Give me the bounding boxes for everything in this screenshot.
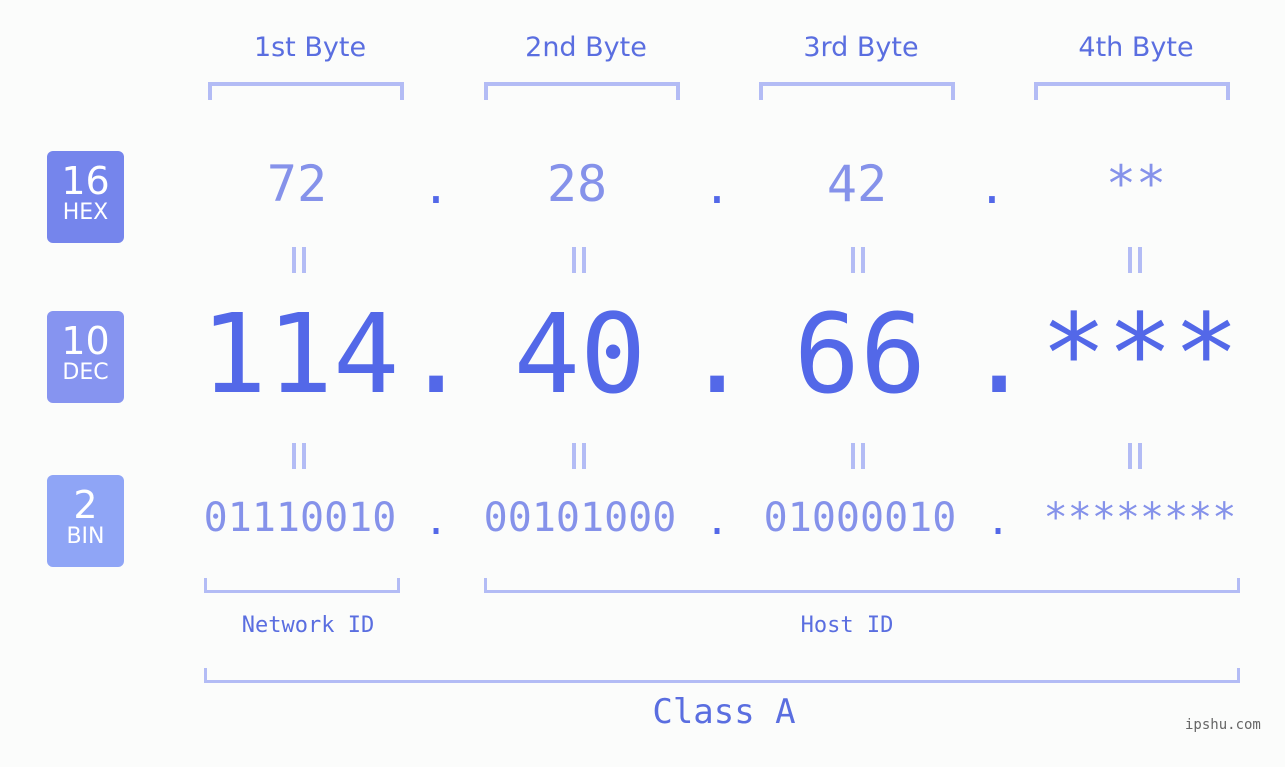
bin-separator-2: . — [704, 498, 730, 544]
bin-separator-3: . — [985, 498, 1011, 544]
bin-badge-label: BIN — [66, 524, 105, 549]
class-label: Class A — [652, 692, 796, 732]
equals-icon — [292, 247, 308, 273]
dec-badge: 10 DEC — [47, 311, 124, 403]
hex-separator-3: . — [978, 160, 1006, 214]
equals-icon — [572, 247, 588, 273]
hex-separator-1: . — [422, 160, 450, 214]
bin-value-3: 01000010 — [763, 495, 957, 541]
equals-icon — [292, 443, 308, 469]
dec-separator-1: . — [403, 290, 470, 418]
bin-value-2: 00101000 — [483, 495, 677, 541]
dec-value-1: 114 — [200, 290, 400, 418]
equals-icon — [851, 247, 867, 273]
hex-badge-label: HEX — [62, 200, 109, 225]
byte-bracket-3 — [759, 82, 955, 100]
dec-separator-2: . — [684, 290, 751, 418]
network-id-bracket — [204, 578, 400, 593]
dec-value-3: 66 — [793, 290, 927, 418]
equals-icon — [851, 443, 867, 469]
network-id-label: Network ID — [241, 613, 375, 638]
byte-bracket-1 — [208, 82, 404, 100]
equals-icon — [1128, 443, 1144, 469]
hex-value-3: 42 — [826, 155, 888, 213]
byte-label-2: 2nd Byte — [525, 32, 647, 63]
hex-value-2: 28 — [546, 155, 608, 213]
byte-label-1: 1st Byte — [253, 32, 367, 63]
byte-bracket-2 — [484, 82, 680, 100]
equals-icon — [572, 443, 588, 469]
bin-badge: 2 BIN — [47, 475, 124, 567]
bin-separator-1: . — [423, 498, 449, 544]
hex-separator-2: . — [703, 160, 731, 214]
bin-value-1: 01110010 — [203, 495, 397, 541]
byte-label-3: 3rd Byte — [803, 32, 919, 63]
dec-value-2: 40 — [513, 290, 647, 418]
hex-badge-number: 16 — [61, 159, 110, 203]
bin-value-4: ******** — [1043, 495, 1237, 541]
dec-badge-number: 10 — [61, 319, 110, 363]
host-id-label: Host ID — [800, 613, 894, 638]
hex-value-4: ** — [1105, 155, 1167, 213]
byte-label-4: 4th Byte — [1078, 32, 1194, 63]
host-id-bracket — [484, 578, 1240, 593]
dec-separator-3: . — [966, 290, 1033, 418]
dec-value-4: *** — [1040, 290, 1240, 418]
byte-bracket-4 — [1034, 82, 1230, 100]
dec-badge-label: DEC — [62, 360, 109, 385]
equals-icon — [1128, 247, 1144, 273]
hex-badge: 16 HEX — [47, 151, 124, 243]
watermark: ipshu.com — [1185, 717, 1261, 733]
class-bracket — [204, 668, 1240, 683]
hex-value-1: 72 — [266, 155, 328, 213]
bin-badge-number: 2 — [73, 483, 98, 527]
